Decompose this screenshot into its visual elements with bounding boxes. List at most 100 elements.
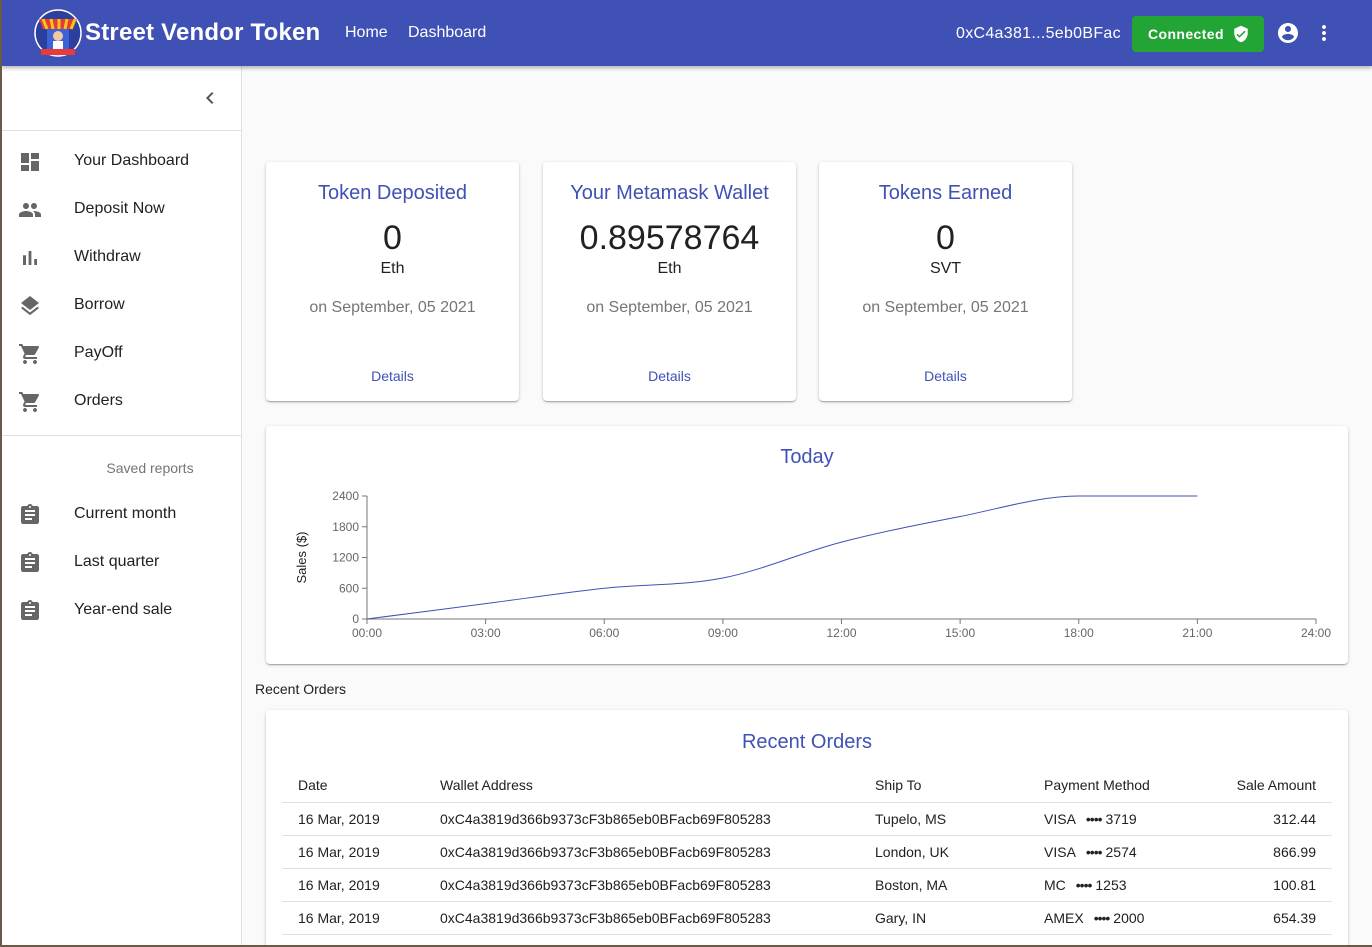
orders-title: Recent Orders	[741, 731, 873, 753]
bar-chart-icon	[23, 251, 37, 265]
cell-payment: MC •••• 1253	[1028, 868, 1188, 902]
y-tick-label: 1800	[332, 520, 359, 534]
card-value: 0.89578764	[579, 219, 760, 257]
table-row[interactable]: 16 Mar, 2019 0xC4a3819d366b9373cF3b865eb…	[282, 835, 1332, 869]
brand-title[interactable]: Street Vendor Token	[85, 19, 320, 47]
cart-icon	[19, 344, 40, 364]
x-tick-label: 24:00	[1301, 626, 1331, 640]
card-value: 0	[936, 219, 955, 257]
card-unit: Eth	[380, 260, 405, 277]
card-last4: 1253	[1095, 876, 1127, 893]
cell-wallet: 0xC4a3819d366b9373cF3b865eb0BFacb69F8052…	[424, 835, 859, 869]
layers-icon	[21, 296, 39, 316]
cell-payment: VISA •••• 3719	[1028, 802, 1188, 836]
sidebar-item-label: PayOff	[74, 344, 123, 361]
sidebar-item-orders[interactable]: Orders	[2, 378, 241, 426]
x-tick-label: 06:00	[589, 626, 619, 640]
sidebar-divider	[2, 435, 241, 436]
dashboard-icon	[21, 153, 39, 171]
assignment-icon	[21, 552, 39, 572]
cell-ship-to: Boston, MA	[859, 868, 1028, 902]
more-vert-icon[interactable]	[1312, 21, 1336, 45]
cell-date: 16 Mar, 2019	[282, 868, 424, 902]
sidebar-item-label: Last quarter	[74, 553, 160, 570]
payment-method: AMEX	[1044, 909, 1084, 926]
card-last4: 2000	[1113, 909, 1145, 926]
saved-reports-header: Saved reports	[106, 460, 194, 476]
sidebar-item-deposit-now[interactable]: Deposit Now	[2, 186, 241, 234]
card-value: 0	[383, 219, 402, 257]
chevron-left-icon[interactable]	[198, 86, 222, 110]
cell-ship-to: Gary, IN	[859, 901, 1028, 935]
table-row[interactable]: 16 Mar, 2019 0xC4a3819d366b9373cF3b865eb…	[282, 802, 1332, 836]
nav-dashboard-link[interactable]: Dashboard	[408, 24, 486, 42]
recent-orders-section-label: Recent Orders	[255, 681, 347, 697]
y-tick-label: 1200	[332, 551, 359, 565]
sidebar-item-current-month[interactable]: Current month	[2, 491, 241, 539]
sidebar-item-label: Current month	[74, 505, 177, 522]
connected-label: Connected	[1148, 26, 1224, 42]
sidebar-item-label: Year-end sale	[74, 601, 173, 618]
orders-table: Date Wallet Address Ship To Payment Meth…	[282, 768, 1332, 935]
card-date: on September, 05 2021	[586, 299, 753, 316]
cell-date: 16 Mar, 2019	[282, 835, 424, 869]
details-link[interactable]: Details	[543, 368, 796, 384]
tokens-earned-card: Tokens Earned 0 SVT on September, 05 202…	[819, 162, 1072, 401]
nav-home-link[interactable]: Home	[345, 24, 388, 42]
today-chart-card: Today 0 600 1200 1800 2400 00:00 03:00 06:00 09:…	[266, 426, 1348, 664]
cart-icon	[19, 392, 40, 412]
cell-amount: 654.39	[1188, 901, 1332, 935]
sidebar-item-last-quarter[interactable]: Last quarter	[2, 539, 241, 587]
masked-dots: ••••	[1085, 810, 1103, 827]
account-circle-icon[interactable]	[1276, 21, 1300, 45]
card-unit: SVT	[929, 260, 962, 277]
assignment-icon	[21, 600, 39, 620]
sidebar-item-label: Withdraw	[74, 248, 141, 265]
verified-shield-icon	[1234, 25, 1248, 43]
sidebar-item-payoff[interactable]: PayOff	[2, 330, 241, 378]
sidebar-item-borrow[interactable]: Borrow	[2, 282, 241, 330]
sidebar-item-year-end-sale[interactable]: Year-end sale	[2, 587, 241, 635]
y-axis-label: Sales ($)	[294, 531, 309, 583]
payment-method: VISA	[1044, 810, 1076, 827]
card-title: Token Deposited	[318, 182, 467, 204]
column-header-amount: Sale Amount	[1188, 768, 1332, 803]
metamask-wallet-card: Your Metamask Wallet 0.89578764 Eth on S…	[543, 162, 796, 401]
cell-date: 16 Mar, 2019	[282, 901, 424, 935]
y-tick-label: 2400	[332, 489, 359, 503]
masked-dots: ••••	[1075, 876, 1093, 893]
wallet-address: 0xC4a381...5eb0BFac	[956, 25, 1121, 42]
card-date: on September, 05 2021	[309, 299, 476, 316]
app-bar: Street Vendor Token Home Dashboard 0xC4a…	[2, 0, 1372, 66]
y-tick-label: 0	[352, 612, 359, 626]
sidebar-item-withdraw[interactable]: Withdraw	[2, 234, 241, 282]
details-link[interactable]: Details	[819, 368, 1072, 384]
details-link[interactable]: Details	[266, 368, 519, 384]
card-title: Your Metamask Wallet	[570, 182, 769, 204]
sidebar: Your Dashboard Deposit Now Withdraw Borr…	[2, 66, 242, 945]
x-tick-label: 15:00	[945, 626, 975, 640]
masked-dots: ••••	[1093, 909, 1111, 926]
cell-amount: 100.81	[1188, 868, 1332, 902]
cell-wallet: 0xC4a3819d366b9373cF3b865eb0BFacb69F8052…	[424, 802, 859, 836]
sidebar-item-label: Your Dashboard	[74, 152, 190, 169]
connected-button[interactable]: Connected	[1132, 16, 1264, 52]
brand-logo	[34, 9, 82, 57]
card-date: on September, 05 2021	[862, 299, 1029, 316]
sidebar-item-label: Orders	[74, 392, 123, 409]
column-header-wallet: Wallet Address	[424, 768, 859, 803]
people-icon	[19, 203, 41, 217]
cell-wallet: 0xC4a3819d366b9373cF3b865eb0BFacb69F8052…	[424, 901, 859, 935]
y-tick-label: 600	[339, 581, 359, 595]
token-deposited-card: Token Deposited 0 Eth on September, 05 2…	[266, 162, 519, 401]
column-header-ship-to: Ship To	[859, 768, 1028, 803]
column-header-date: Date	[282, 768, 424, 803]
card-last4: 2574	[1105, 843, 1137, 860]
table-row[interactable]: 16 Mar, 2019 0xC4a3819d366b9373cF3b865eb…	[282, 868, 1332, 902]
cell-ship-to: Tupelo, MS	[859, 802, 1028, 836]
recent-orders-card: Recent Orders Date Wallet Address Ship T…	[266, 710, 1348, 945]
sidebar-item-your-dashboard[interactable]: Your Dashboard	[2, 138, 241, 186]
table-row[interactable]: 16 Mar, 2019 0xC4a3819d366b9373cF3b865eb…	[282, 901, 1332, 935]
column-header-payment: Payment Method	[1028, 768, 1188, 803]
app-window: Street Vendor Token Home Dashboard 0xC4a…	[2, 0, 1372, 945]
